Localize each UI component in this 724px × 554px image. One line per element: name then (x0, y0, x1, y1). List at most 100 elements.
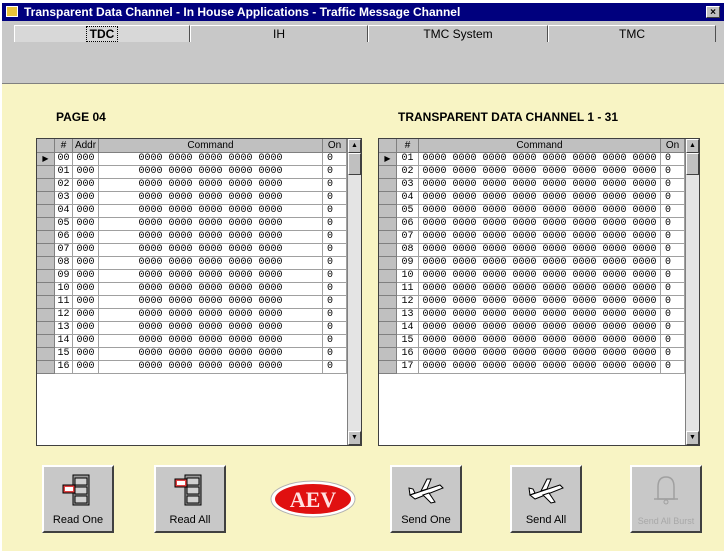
cell-command[interactable]: 0000 0000 0000 0000 0000 0000 0000 0000 (419, 166, 661, 179)
cell-addr[interactable]: 000 (73, 335, 99, 348)
cell-addr[interactable]: 000 (73, 270, 99, 283)
cell-command[interactable]: 0000 0000 0000 0000 0000 0000 0000 0000 (419, 283, 661, 296)
cell-addr[interactable]: 000 (73, 257, 99, 270)
row-selector[interactable] (379, 296, 397, 309)
cell-on[interactable]: 0 (661, 283, 685, 296)
scroll-down-icon[interactable]: ▼ (686, 431, 699, 445)
row-selector[interactable] (37, 296, 55, 309)
table-row[interactable]: 10 000 0000 0000 0000 0000 0000 0 (37, 283, 361, 296)
cell-addr[interactable]: 000 (73, 179, 99, 192)
cell-num[interactable]: 16 (55, 361, 73, 374)
table-row[interactable]: 16 0000 0000 0000 0000 0000 0000 0000 000… (379, 348, 699, 361)
cell-on[interactable]: 0 (323, 205, 347, 218)
tab-tdc[interactable]: TDC (14, 25, 190, 42)
cell-command[interactable]: 0000 0000 0000 0000 0000 (99, 218, 323, 231)
cell-num[interactable]: 01 (397, 153, 419, 166)
read-all-button[interactable]: Read All (154, 465, 226, 533)
cell-command[interactable]: 0000 0000 0000 0000 0000 0000 0000 0000 (419, 361, 661, 374)
cell-command[interactable]: 0000 0000 0000 0000 0000 (99, 153, 323, 166)
table-row[interactable]: 13 000 0000 0000 0000 0000 0000 0 (37, 322, 361, 335)
cell-command[interactable]: 0000 0000 0000 0000 0000 0000 0000 0000 (419, 335, 661, 348)
cell-num[interactable]: 04 (55, 205, 73, 218)
cell-command[interactable]: 0000 0000 0000 0000 0000 0000 0000 0000 (419, 270, 661, 283)
cell-on[interactable]: 0 (323, 244, 347, 257)
cell-num[interactable]: 10 (55, 283, 73, 296)
row-selector[interactable] (379, 192, 397, 205)
cell-command[interactable]: 0000 0000 0000 0000 0000 (99, 179, 323, 192)
table-row[interactable]: 09 000 0000 0000 0000 0000 0000 0 (37, 270, 361, 283)
table-row[interactable]: 10 0000 0000 0000 0000 0000 0000 0000 000… (379, 270, 699, 283)
row-selector[interactable] (379, 322, 397, 335)
cell-addr[interactable]: 000 (73, 348, 99, 361)
cell-num[interactable]: 17 (397, 361, 419, 374)
cell-command[interactable]: 0000 0000 0000 0000 0000 (99, 309, 323, 322)
cell-num[interactable]: 10 (397, 270, 419, 283)
cell-on[interactable]: 0 (323, 322, 347, 335)
cell-command[interactable]: 0000 0000 0000 0000 0000 (99, 244, 323, 257)
cell-addr[interactable]: 000 (73, 166, 99, 179)
row-selector[interactable] (379, 205, 397, 218)
cell-on[interactable]: 0 (323, 348, 347, 361)
row-selector[interactable] (37, 166, 55, 179)
row-selector[interactable] (37, 348, 55, 361)
cell-addr[interactable]: 000 (73, 361, 99, 374)
cell-command[interactable]: 0000 0000 0000 0000 0000 (99, 322, 323, 335)
cell-command[interactable]: 0000 0000 0000 0000 0000 0000 0000 0000 (419, 179, 661, 192)
cell-addr[interactable]: 000 (73, 283, 99, 296)
col-header-num[interactable]: # (397, 139, 419, 153)
cell-on[interactable]: 0 (661, 361, 685, 374)
table-row[interactable]: 03 000 0000 0000 0000 0000 0000 0 (37, 192, 361, 205)
cell-addr[interactable]: 000 (73, 296, 99, 309)
table-row[interactable]: 15 0000 0000 0000 0000 0000 0000 0000 000… (379, 335, 699, 348)
table-row[interactable]: 09 0000 0000 0000 0000 0000 0000 0000 000… (379, 257, 699, 270)
cell-command[interactable]: 0000 0000 0000 0000 0000 0000 0000 0000 (419, 309, 661, 322)
cell-on[interactable]: 0 (323, 179, 347, 192)
cell-command[interactable]: 0000 0000 0000 0000 0000 (99, 231, 323, 244)
row-selector[interactable] (37, 283, 55, 296)
row-selector[interactable] (379, 179, 397, 192)
table-row[interactable]: 16 000 0000 0000 0000 0000 0000 0 (37, 361, 361, 374)
cell-num[interactable]: 01 (55, 166, 73, 179)
cell-on[interactable]: 0 (323, 309, 347, 322)
cell-on[interactable]: 0 (323, 283, 347, 296)
cell-num[interactable]: 00 (55, 153, 73, 166)
cell-command[interactable]: 0000 0000 0000 0000 0000 0000 0000 0000 (419, 205, 661, 218)
cell-num[interactable]: 05 (55, 218, 73, 231)
table-row[interactable]: 17 0000 0000 0000 0000 0000 0000 0000 000… (379, 361, 699, 374)
table-row[interactable]: 01 000 0000 0000 0000 0000 0000 0 (37, 166, 361, 179)
table-row[interactable]: 06 000 0000 0000 0000 0000 0000 0 (37, 231, 361, 244)
col-header-on[interactable]: On (323, 139, 347, 153)
cell-on[interactable]: 0 (323, 257, 347, 270)
cell-on[interactable]: 0 (661, 309, 685, 322)
row-selector[interactable] (37, 244, 55, 257)
cell-on[interactable]: 0 (323, 192, 347, 205)
row-selector[interactable] (37, 257, 55, 270)
tdc-channels-grid[interactable]: # Command On ▶ 01 0000 0000 0000 0000 0000… (378, 138, 700, 446)
row-selector[interactable] (379, 244, 397, 257)
row-selector[interactable] (379, 309, 397, 322)
cell-num[interactable]: 02 (55, 179, 73, 192)
cell-command[interactable]: 0000 0000 0000 0000 0000 (99, 192, 323, 205)
cell-num[interactable]: 08 (55, 257, 73, 270)
cell-addr[interactable]: 000 (73, 192, 99, 205)
cell-on[interactable]: 0 (661, 244, 685, 257)
table-row[interactable]: 11 000 0000 0000 0000 0000 0000 0 (37, 296, 361, 309)
cell-on[interactable]: 0 (661, 231, 685, 244)
cell-command[interactable]: 0000 0000 0000 0000 0000 0000 0000 0000 (419, 257, 661, 270)
table-row[interactable]: 08 0000 0000 0000 0000 0000 0000 0000 000… (379, 244, 699, 257)
cell-on[interactable]: 0 (661, 218, 685, 231)
table-row[interactable]: 02 0000 0000 0000 0000 0000 0000 0000 000… (379, 166, 699, 179)
cell-num[interactable]: 15 (397, 335, 419, 348)
cell-num[interactable]: 12 (55, 309, 73, 322)
cell-command[interactable]: 0000 0000 0000 0000 0000 (99, 166, 323, 179)
table-row[interactable]: 05 000 0000 0000 0000 0000 0000 0 (37, 218, 361, 231)
table-row[interactable]: 04 000 0000 0000 0000 0000 0000 0 (37, 205, 361, 218)
cell-on[interactable]: 0 (661, 322, 685, 335)
cell-on[interactable]: 0 (661, 153, 685, 166)
send-one-button[interactable]: Send One (390, 465, 462, 533)
cell-addr[interactable]: 000 (73, 205, 99, 218)
cell-on[interactable]: 0 (323, 166, 347, 179)
table-row[interactable]: ▶ 00 000 0000 0000 0000 0000 0000 0 (37, 153, 361, 166)
cell-num[interactable]: 03 (55, 192, 73, 205)
cell-command[interactable]: 0000 0000 0000 0000 0000 0000 0000 0000 (419, 231, 661, 244)
